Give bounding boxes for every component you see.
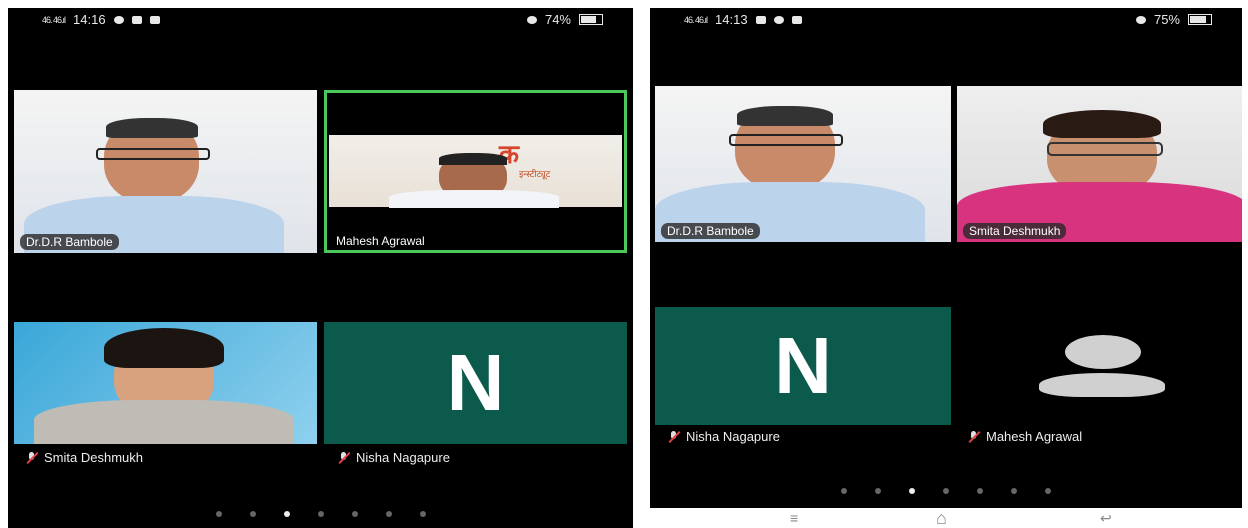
chat-icon [773,15,784,24]
back-icon[interactable]: ↩ [1100,511,1112,525]
banner-text: इन्स्टीट्यूट [519,169,551,179]
status-bar: 46. 46.ıl 14:13 75% [650,8,1242,32]
page-dot[interactable] [385,511,392,517]
alarm-icon [526,15,537,24]
participant-name: Nisha Nagapure [356,450,450,465]
page-dot[interactable] [317,511,324,517]
battery-percent: 74% [544,12,571,27]
mic-muted-icon [668,430,680,443]
participant-video: क इन्स्टीट्यूट [329,135,622,208]
participant-name: Dr.D.R Bambole [20,234,119,250]
participant-tile[interactable] [957,307,1242,425]
participant-name: Nisha Nagapure [686,429,780,444]
participant-tile[interactable] [14,322,317,444]
participant-name: Dr.D.R Bambole [661,223,760,239]
battery-icon [1188,14,1212,25]
recent-apps-icon[interactable]: ≡ [790,511,798,525]
page-dot[interactable] [249,511,256,517]
mic-muted-icon [968,430,980,443]
mic-muted-icon [26,451,38,464]
participant-tile[interactable]: Dr.D.R Bambole [14,90,317,253]
participant-name: Mahesh Agrawal [986,429,1083,444]
page-dot[interactable] [841,488,847,494]
participant-tile-active-speaker[interactable]: Smita Deshmukh [957,86,1242,242]
page-dot-active[interactable] [283,511,290,517]
home-icon[interactable]: ⌂ [936,509,947,527]
page-dot-active[interactable] [909,488,915,494]
mic-muted-icon [338,451,350,464]
participant-tile[interactable]: Dr.D.R Bambole [655,86,951,242]
page-indicator[interactable] [8,511,633,517]
alarm-icon [1135,15,1146,24]
participant-name-row: Nisha Nagapure [668,429,780,444]
participant-tile[interactable]: N [655,307,951,425]
page-dot[interactable] [215,511,222,517]
phone-screen-left: 46. 46.ıl 14:16 74% Dr.D.R Bambole क इन्… [8,8,633,528]
page-dot[interactable] [351,511,358,517]
android-nav-bar: ≡ ⌂ ↩ [650,508,1242,528]
participant-name-row: Smita Deshmukh [26,450,143,465]
page-dot[interactable] [875,488,881,494]
default-avatar-head [1065,335,1141,369]
page-indicator[interactable] [650,488,1242,494]
camera-icon [149,15,160,24]
battery-percent: 75% [1153,12,1180,27]
chat-icon [113,15,124,24]
participant-tile[interactable]: N [324,322,627,444]
camera-icon [791,15,802,24]
phone-screen-right: 46. 46.ıl 14:13 75% Dr.D.R Bambole Smita… [650,8,1242,508]
page-dot[interactable] [943,488,949,494]
signal-icon: 46. 46.ıl [42,14,66,25]
participant-name-row: Nisha Nagapure [338,450,450,465]
clock: 14:13 [715,12,748,27]
status-bar: 46. 46.ıl 14:16 74% [8,8,633,32]
notification-icon [131,15,142,24]
participant-name: Mahesh Agrawal [336,234,425,248]
participant-name: Smita Deshmukh [963,223,1067,239]
page-dot[interactable] [1045,488,1051,494]
participant-name-row: Mahesh Agrawal [968,429,1082,444]
clock: 14:16 [73,12,106,27]
signal-icon: 46. 46.ıl [684,14,708,25]
participant-avatar-letter: N [774,321,832,410]
page-dot[interactable] [419,511,426,517]
participant-tile-active-speaker[interactable]: क इन्स्टीट्यूट Mahesh Agrawal [324,90,627,253]
page-dot[interactable] [977,488,983,494]
participant-name: Smita Deshmukh [44,450,143,465]
gallery-icon [755,15,766,24]
page-dot[interactable] [1011,488,1017,494]
participant-avatar-letter: N [446,338,505,427]
default-avatar-body [1039,373,1165,397]
battery-icon [579,14,603,25]
